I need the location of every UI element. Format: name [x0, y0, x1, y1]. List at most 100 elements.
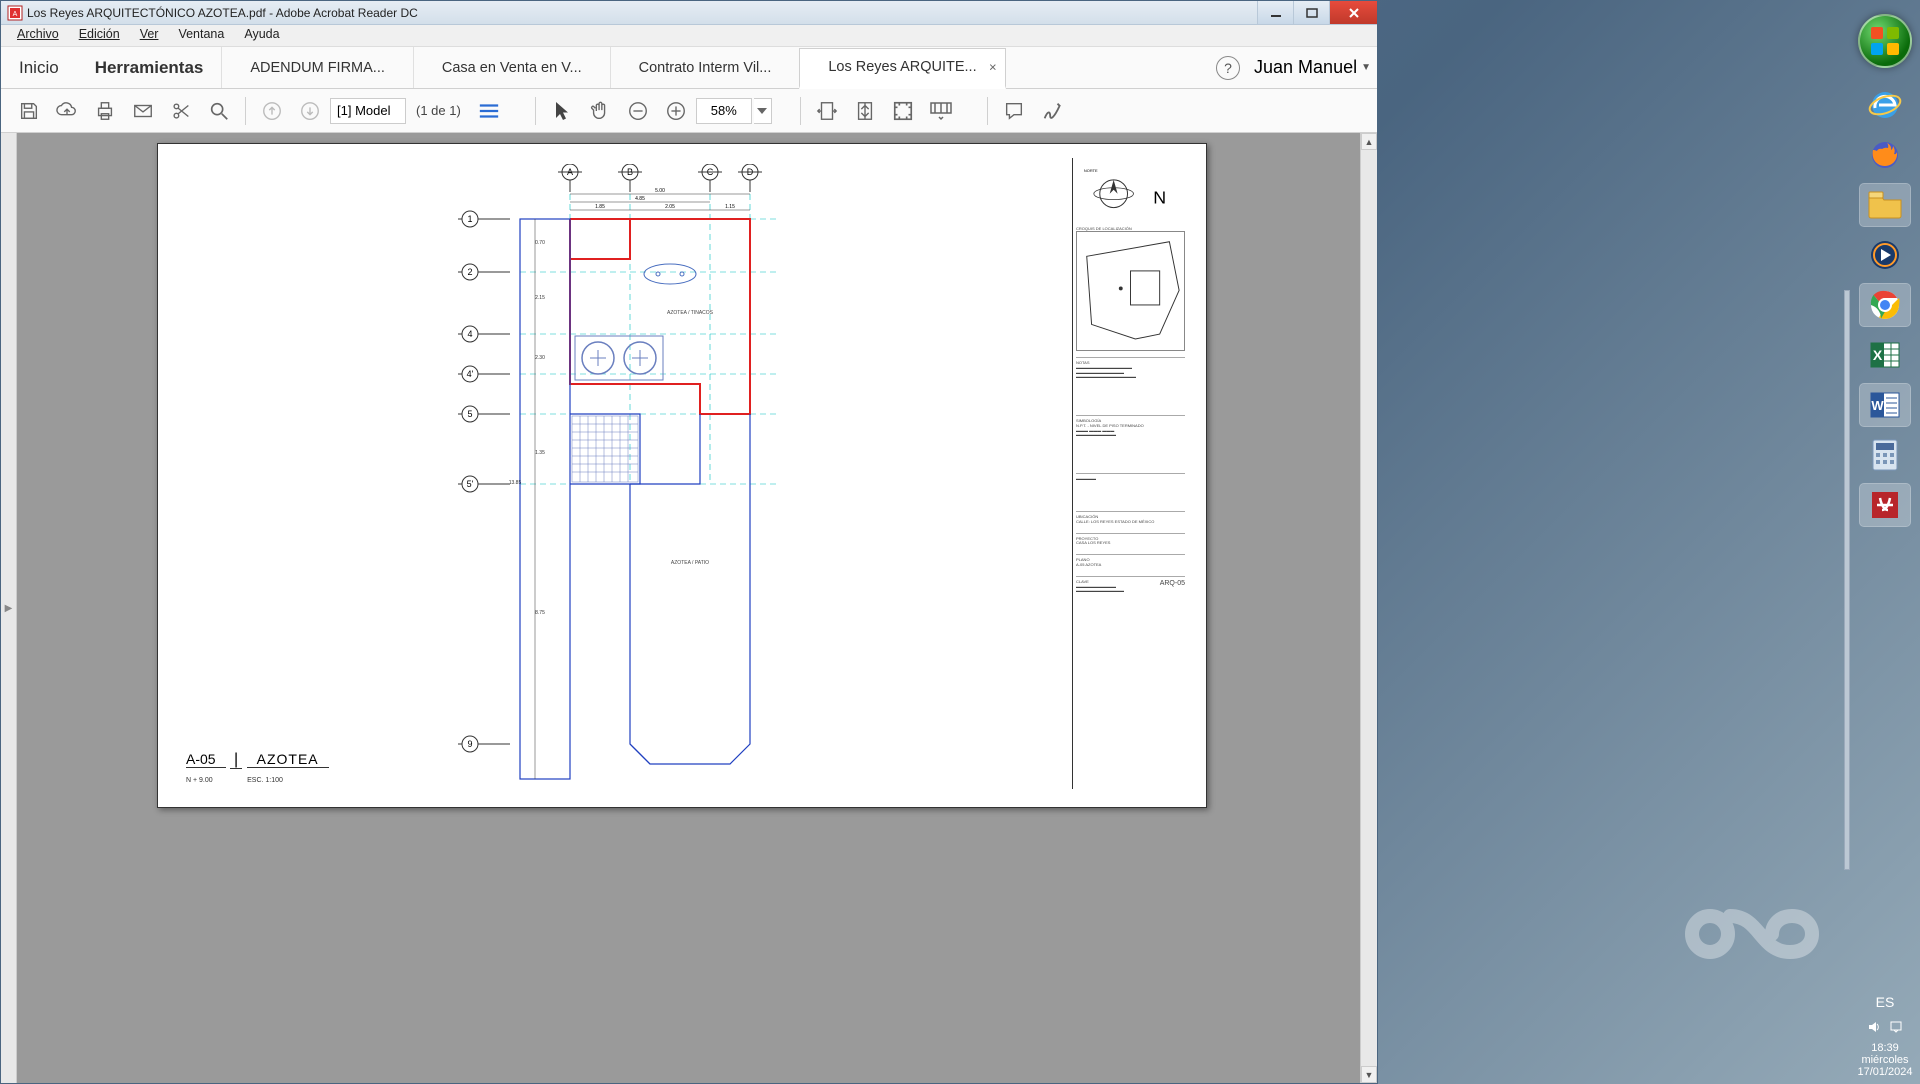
- sign-icon[interactable]: [1034, 93, 1070, 129]
- fullscreen-icon[interactable]: [885, 93, 921, 129]
- email-icon[interactable]: [125, 93, 161, 129]
- menu-archivo[interactable]: Archivo: [7, 25, 69, 46]
- zoom-dropdown-icon[interactable]: [754, 98, 772, 124]
- doc-tab-0[interactable]: ADENDUM FIRMA...: [221, 47, 413, 88]
- menu-ayuda[interactable]: Ayuda: [234, 25, 289, 46]
- select-cursor-icon[interactable]: [544, 93, 580, 129]
- hand-pan-icon[interactable]: [582, 93, 618, 129]
- window-controls: [1257, 1, 1377, 24]
- svg-text:4': 4': [467, 369, 474, 379]
- volume-icon[interactable]: [1867, 1020, 1881, 1034]
- search-icon[interactable]: [201, 93, 237, 129]
- svg-text:5': 5': [467, 479, 474, 489]
- doc-tab-1[interactable]: Casa en Venta en V...: [413, 47, 610, 88]
- scissors-icon[interactable]: [163, 93, 199, 129]
- help-icon[interactable]: ?: [1216, 56, 1240, 80]
- zoom-in-icon[interactable]: [658, 93, 694, 129]
- zoom-out-icon[interactable]: [620, 93, 656, 129]
- doc-tab-label: Los Reyes ARQUITE...: [828, 59, 976, 75]
- next-page-icon[interactable]: [292, 93, 328, 129]
- menu-ventana[interactable]: Ventana: [168, 25, 234, 46]
- action-center-icon[interactable]: [1889, 1020, 1903, 1034]
- svg-text:2.05: 2.05: [665, 204, 675, 210]
- svg-text:AZOTEA / TINACOS: AZOTEA / TINACOS: [667, 310, 714, 316]
- cloud-upload-icon[interactable]: [49, 93, 85, 129]
- document-viewport[interactable]: A B C D 1 2 4 4' 5 5': [17, 133, 1377, 1083]
- svg-text:5: 5: [467, 409, 472, 419]
- svg-text:4.85: 4.85: [635, 196, 645, 202]
- titlebar: A Los Reyes ARQUITECTÓNICO AZOTEA.pdf - …: [1, 1, 1377, 25]
- svg-text:9: 9: [467, 739, 472, 749]
- vertical-scrollbar[interactable]: ▲ ▼: [1360, 133, 1377, 1083]
- doc-tab-3[interactable]: Los Reyes ARQUITE... ×: [799, 48, 1005, 89]
- svg-text:1.15: 1.15: [725, 204, 735, 210]
- media-player-icon[interactable]: [1860, 234, 1910, 276]
- start-button[interactable]: [1858, 14, 1912, 68]
- plano-block: PLANOA-05 AZOTEA: [1076, 554, 1185, 568]
- doc-tab-label: ADENDUM FIRMA...: [250, 60, 385, 76]
- floor-plan-drawing: A B C D 1 2 4 4' 5 5': [400, 164, 900, 784]
- fit-page-icon[interactable]: [847, 93, 883, 129]
- doc-tab-2[interactable]: Contrato Interm Vil...: [610, 47, 800, 88]
- acrobat-icon[interactable]: [1860, 484, 1910, 526]
- page-count-label: (1 de 1): [408, 103, 469, 118]
- svg-text:2: 2: [467, 267, 472, 277]
- file-explorer-icon[interactable]: [1860, 184, 1910, 226]
- svg-text:AZOTEA / PATIO: AZOTEA / PATIO: [671, 560, 709, 566]
- word-icon[interactable]: W: [1860, 384, 1910, 426]
- user-menu[interactable]: Juan Manuel ▼: [1254, 57, 1377, 78]
- scroll-up-icon[interactable]: ▲: [1361, 133, 1377, 150]
- inicio-button[interactable]: Inicio: [1, 47, 77, 88]
- save-icon[interactable]: [11, 93, 47, 129]
- svg-text:W: W: [1871, 398, 1884, 413]
- close-button[interactable]: [1329, 1, 1377, 24]
- svg-text:8.75: 8.75: [535, 610, 545, 616]
- calculator-icon[interactable]: [1860, 434, 1910, 476]
- scale-label: ESC. 1:100: [247, 777, 283, 784]
- thumbnails-icon[interactable]: [471, 93, 507, 129]
- pdf-icon: A: [7, 5, 23, 21]
- clock-day: miércoles: [1854, 1054, 1916, 1066]
- fit-width-icon[interactable]: [809, 93, 845, 129]
- comment-icon[interactable]: [996, 93, 1032, 129]
- print-icon[interactable]: [87, 93, 123, 129]
- svg-text:2.15: 2.15: [535, 295, 545, 301]
- sheet-id-label: A-05: [186, 751, 226, 768]
- svg-text:5.00: 5.00: [655, 188, 665, 194]
- excel-icon[interactable]: X: [1860, 334, 1910, 376]
- menu-ver[interactable]: Ver: [130, 25, 169, 46]
- ie-icon[interactable]: [1860, 84, 1910, 126]
- acrobat-window: A Los Reyes ARQUITECTÓNICO AZOTEA.pdf - …: [0, 0, 1378, 1084]
- page-label-input[interactable]: [330, 98, 406, 124]
- svg-text:1.85: 1.85: [595, 204, 605, 210]
- read-mode-icon[interactable]: [923, 93, 959, 129]
- nav-pane-toggle[interactable]: ▶: [1, 133, 17, 1083]
- notas-block: NOTAS▬▬▬▬▬▬▬▬▬▬▬▬▬▬▬▬▬▬▬▬▬▬▬▬▬▬▬▬▬▬▬▬▬▬▬…: [1076, 357, 1185, 407]
- document-area: ▶: [1, 133, 1377, 1083]
- firefox-icon[interactable]: [1860, 134, 1910, 176]
- language-indicator[interactable]: ES: [1854, 994, 1916, 1010]
- chrome-icon[interactable]: [1860, 284, 1910, 326]
- north-arrow: NORTE N: [1076, 162, 1185, 222]
- simbologia-block: SIMBOLOGÍAN.P.T. - NIVEL DE PISO TERMINA…: [1076, 415, 1185, 465]
- doc-tab-label: Contrato Interm Vil...: [639, 60, 772, 76]
- svg-text:4: 4: [467, 329, 472, 339]
- minimize-button[interactable]: [1257, 1, 1293, 24]
- toolbar: (1 de 1): [1, 89, 1377, 133]
- svg-text:A: A: [13, 11, 18, 18]
- axis-A: A: [558, 164, 582, 192]
- chevron-right-icon: ▶: [5, 603, 13, 614]
- title-block: NORTE N CROQUIS DE LOCALIZACIÓN NOTAS▬▬▬: [1072, 158, 1188, 789]
- close-tab-icon[interactable]: ×: [989, 60, 997, 75]
- axis-B: B: [618, 164, 642, 192]
- svg-text:1: 1: [467, 214, 472, 224]
- scroll-down-icon[interactable]: ▼: [1361, 1066, 1377, 1083]
- system-tray[interactable]: ES 18:39 miércoles 17/01/2024: [1854, 994, 1916, 1078]
- maximize-button[interactable]: [1293, 1, 1329, 24]
- prev-page-icon[interactable]: [254, 93, 290, 129]
- zoom-input[interactable]: [696, 98, 752, 124]
- menu-edicion[interactable]: Edición: [69, 25, 130, 46]
- herramientas-button[interactable]: Herramientas: [77, 47, 222, 88]
- windows-taskbar: X W: [1850, 0, 1920, 1084]
- svg-text:NORTE: NORTE: [1084, 168, 1098, 173]
